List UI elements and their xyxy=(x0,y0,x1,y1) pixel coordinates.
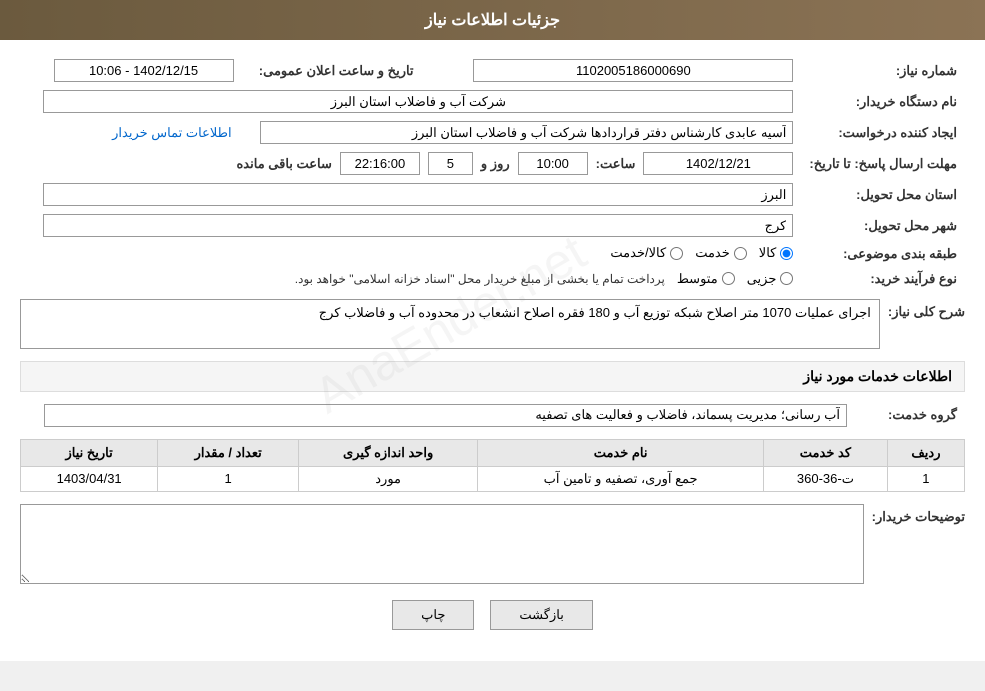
deadline-label: مهلت ارسال پاسخ: تا تاریخ: xyxy=(801,148,965,179)
need-description-row: شرح کلی نیاز: AnaEnder.net اجرای عملیات … xyxy=(20,299,965,349)
service-group-input[interactable] xyxy=(44,404,847,427)
purchase-motavaset[interactable]: متوسط xyxy=(677,271,735,287)
col-name: نام خدمت xyxy=(478,439,764,466)
category-kala-khadamat-label: کالا/خدمت xyxy=(610,245,666,261)
deadline-remaining-label: ساعت باقی مانده xyxy=(237,156,332,172)
purchase-jozii[interactable]: جزیی xyxy=(747,271,794,287)
deadline-remaining-input[interactable] xyxy=(340,152,420,175)
need-number-input[interactable] xyxy=(473,59,793,82)
col-code: کد خدمت xyxy=(763,439,887,466)
purchase-jozii-label: جزیی xyxy=(747,271,777,287)
page-title: جزئیات اطلاعات نیاز xyxy=(425,12,560,29)
need-description-text: اجرای عملیات 1070 متر اصلاح شبکه توزیع آ… xyxy=(319,305,871,320)
org-name-input[interactable] xyxy=(43,90,793,113)
table-row: 1ت-36-360جمع آوری، تصفیه و تامین آبمورد1… xyxy=(21,466,965,491)
contact-link-cell: اطلاعات تماس خریدار xyxy=(20,117,242,148)
cell-name: جمع آوری، تصفیه و تامین آب xyxy=(478,466,764,491)
deadline-time-input[interactable] xyxy=(518,152,588,175)
button-row: بازگشت چاپ xyxy=(20,600,965,630)
cell-row: 1 xyxy=(887,466,964,491)
province-input[interactable] xyxy=(43,183,793,206)
need-description-box: AnaEnder.net اجرای عملیات 1070 متر اصلاح… xyxy=(20,299,880,349)
services-section-title: اطلاعات خدمات مورد نیاز xyxy=(20,361,965,392)
col-row: ردیف xyxy=(887,439,964,466)
purchase-motavaset-radio[interactable] xyxy=(722,272,735,285)
main-info-table: شماره نیاز: تاریخ و ساعت اعلان عمومی: نا… xyxy=(20,55,965,291)
category-kala-radio[interactable] xyxy=(780,247,793,260)
deadline-days-input[interactable] xyxy=(428,152,473,175)
services-table: ردیف کد خدمت نام خدمت واحد اندازه گیری ت… xyxy=(20,439,965,492)
category-khadamat-radio[interactable] xyxy=(734,247,747,260)
col-unit: واحد اندازه گیری xyxy=(299,439,478,466)
deadline-row: ساعت: روز و ساعت باقی مانده xyxy=(20,148,801,179)
org-name-value xyxy=(20,86,801,117)
need-description-label: شرح کلی نیاز: xyxy=(888,299,965,320)
city-input[interactable] xyxy=(43,214,793,237)
need-number-label: شماره نیاز: xyxy=(801,55,965,86)
col-qty: تعداد / مقدار xyxy=(158,439,299,466)
col-date: تاریخ نیاز xyxy=(21,439,158,466)
cell-date: 1403/04/31 xyxy=(21,466,158,491)
buyer-notes-label: توضیحات خریدار: xyxy=(872,504,965,525)
service-group-table: گروه خدمت: xyxy=(20,400,965,431)
org-name-label: نام دستگاه خریدار: xyxy=(801,86,965,117)
city-label: شهر محل تحویل: xyxy=(801,210,965,241)
print-button[interactable]: چاپ xyxy=(392,600,474,630)
purchase-type-row: جزیی متوسط پرداخت تمام یا بخشی از مبلغ خ… xyxy=(20,267,801,291)
purchase-type-label: نوع فرآیند خرید: xyxy=(801,267,965,291)
purchase-motavaset-label: متوسط xyxy=(677,271,718,287)
cell-unit: مورد xyxy=(299,466,478,491)
announce-date-value xyxy=(20,55,242,86)
cell-quantity: 1 xyxy=(158,466,299,491)
deadline-days-label: روز و xyxy=(481,156,510,172)
creator-label: ایجاد کننده درخواست: xyxy=(801,117,965,148)
province-label: استان محل تحویل: xyxy=(801,179,965,210)
cell-code: ت-36-360 xyxy=(763,466,887,491)
category-khadamat-label: خدمت xyxy=(695,245,730,261)
buyer-notes-row: توضیحات خریدار: xyxy=(20,504,965,584)
category-label: طبقه بندی موضوعی: xyxy=(801,241,965,267)
announce-date-input[interactable] xyxy=(54,59,234,82)
purchase-jozii-radio[interactable] xyxy=(780,272,793,285)
service-group-value xyxy=(20,400,855,431)
buyer-notes-textarea[interactable] xyxy=(20,504,864,584)
deadline-time-label: ساعت: xyxy=(596,156,636,172)
category-kala-khadamat[interactable]: کالا/خدمت xyxy=(610,245,683,261)
creator-input[interactable] xyxy=(260,121,793,144)
category-kala[interactable]: کالا xyxy=(759,245,794,261)
category-kala-khadamat-radio[interactable] xyxy=(670,247,683,260)
province-value xyxy=(20,179,801,210)
back-button[interactable]: بازگشت xyxy=(490,600,592,630)
purchase-note: پرداخت تمام یا بخشی از مبلغ خریدار محل "… xyxy=(295,272,665,286)
contact-link[interactable]: اطلاعات تماس خریدار xyxy=(112,125,231,140)
city-value xyxy=(20,210,801,241)
page-header: جزئیات اطلاعات نیاز xyxy=(0,0,985,40)
creator-value xyxy=(242,117,802,148)
category-khadamat[interactable]: خدمت xyxy=(695,245,747,261)
service-group-label: گروه خدمت: xyxy=(855,400,965,431)
need-number-value xyxy=(422,55,802,86)
category-options: کالا خدمت کالا/خدمت xyxy=(20,241,801,267)
announce-date-label: تاریخ و ساعت اعلان عمومی: xyxy=(242,55,422,86)
category-kala-label: کالا xyxy=(759,245,777,261)
deadline-date-input[interactable] xyxy=(643,152,793,175)
